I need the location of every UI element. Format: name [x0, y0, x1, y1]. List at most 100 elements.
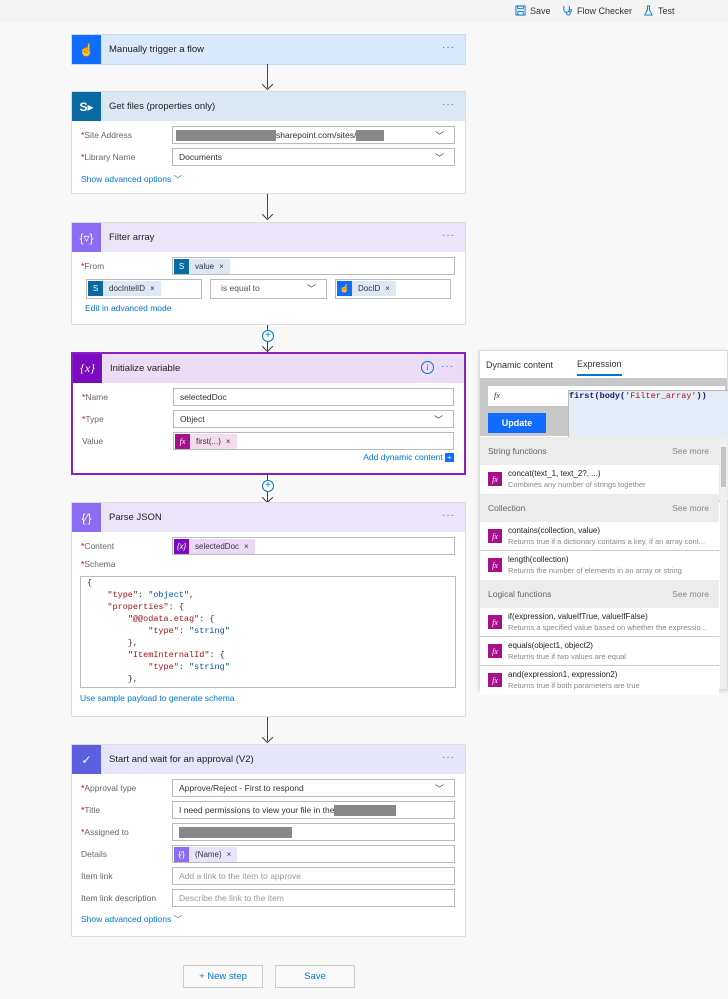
- expression-panel: Dynamic content Expression fx first(body(…: [479, 350, 728, 695]
- tab-dynamic-content[interactable]: Dynamic content: [486, 360, 553, 370]
- save-button[interactable]: Save: [275, 965, 355, 988]
- from-input[interactable]: Svalue ×: [172, 257, 455, 275]
- function-item[interactable]: fx if(expression, valueIfTrue, valueIfFal…: [480, 608, 719, 637]
- assigned-to-input[interactable]: [172, 823, 455, 841]
- schema-line: "type": "string": [148, 626, 230, 636]
- token-value[interactable]: Svalue ×: [174, 259, 230, 274]
- function-description: Returns true if both parameters are true: [508, 681, 640, 690]
- sharepoint-icon: S: [174, 259, 189, 274]
- insert-step-icon[interactable]: +: [262, 480, 274, 492]
- insert-step-icon[interactable]: +: [262, 330, 274, 342]
- content-input[interactable]: {x} selectedDoc ×: [172, 537, 455, 555]
- step-initialize-variable[interactable]: {x} Initialize variable i ··· *Name sele…: [71, 352, 466, 475]
- item-link-input[interactable]: Add a link to the item to approve: [172, 867, 455, 885]
- schema-line: "type": "object",: [107, 590, 195, 600]
- variable-type-dropdown[interactable]: Object ﹀: [173, 410, 454, 428]
- test-button[interactable]: Test: [643, 5, 675, 16]
- token-docintelid[interactable]: SdocIntelID ×: [88, 281, 161, 296]
- function-item[interactable]: fx equals(object1, object2) Returns true i…: [480, 637, 719, 666]
- fx-icon: fx: [494, 390, 501, 400]
- details-label: Details: [81, 849, 107, 859]
- step-title: Get files (properties only): [109, 101, 216, 112]
- token-expression[interactable]: fx first(...) ×: [175, 434, 237, 449]
- more-options-icon[interactable]: ···: [441, 362, 454, 372]
- beaker-icon: [644, 5, 653, 16]
- variable-name-input[interactable]: selectedDoc: [173, 388, 454, 406]
- filter-right-operand[interactable]: ☝ DocID ×: [335, 279, 451, 299]
- library-name-label: Library Name: [84, 152, 136, 162]
- tab-expression[interactable]: Expression: [577, 353, 622, 376]
- assigned-to-label: Assigned to: [84, 827, 129, 837]
- stethoscope-icon: [563, 5, 572, 16]
- more-options-icon[interactable]: ···: [442, 231, 455, 241]
- function-description: Returns a specified value based on wheth…: [508, 623, 707, 632]
- step-title: Parse JSON: [109, 512, 162, 523]
- step-filter-array[interactable]: {▿} Filter array ··· *From Svalue × SdocI…: [71, 222, 466, 325]
- parse-json-icon: {⁄}: [174, 847, 189, 862]
- generate-schema-link[interactable]: Use sample payload to generate schema: [80, 693, 235, 703]
- show-advanced-options-link[interactable]: Show advanced options: [81, 914, 171, 924]
- schema-line: "ItemInternalId": {: [127, 650, 225, 660]
- step-manual-trigger[interactable]: ☝ Manually trigger a flow ···: [71, 34, 466, 65]
- function-item[interactable]: fx and(expression1, expression2) Returns t…: [480, 666, 719, 695]
- item-link-description-input[interactable]: Describe the link to the item: [172, 889, 455, 907]
- chevron-down-icon: ﹀: [306, 284, 316, 294]
- remove-token-icon[interactable]: ×: [226, 437, 231, 446]
- approval-type-dropdown[interactable]: Approve/Reject - First to respond ﹀: [172, 779, 455, 797]
- expression-input[interactable]: fx first(body('Filter_array')): [488, 386, 728, 502]
- more-options-icon[interactable]: ···: [442, 43, 455, 53]
- step-get-files[interactable]: S ▸ Get files (properties only) ··· *Site…: [71, 91, 466, 194]
- item-link-description-label: Item link description: [81, 893, 157, 903]
- schema-editor[interactable]: { "type": "object", "properties": { "@@o…: [80, 576, 456, 688]
- remove-token-icon[interactable]: ×: [150, 284, 155, 293]
- test-label: Test: [658, 5, 675, 16]
- more-options-icon[interactable]: ···: [442, 511, 455, 521]
- function-list-scrollbar[interactable]: [720, 437, 727, 689]
- see-more-link[interactable]: See more: [672, 503, 709, 513]
- token-docid[interactable]: ☝ DocID ×: [337, 281, 396, 296]
- remove-token-icon[interactable]: ×: [227, 850, 232, 859]
- update-button[interactable]: Update: [488, 413, 546, 433]
- function-description: Returns true if two values are equal: [508, 652, 626, 661]
- step-start-approval[interactable]: ✓ Start and wait for an approval (V2) ··…: [71, 744, 466, 937]
- function-item[interactable]: fx length(collection) Returns the number o…: [480, 551, 719, 580]
- see-more-link[interactable]: See more: [672, 446, 709, 456]
- section-title: Logical functions: [488, 589, 552, 599]
- more-options-icon[interactable]: ···: [442, 753, 455, 763]
- function-description: Returns the number of elements in an arr…: [508, 566, 682, 575]
- add-dynamic-content[interactable]: Add dynamic content +: [363, 452, 454, 462]
- flow-checker-button[interactable]: Flow Checker: [562, 5, 632, 16]
- remove-token-icon[interactable]: ×: [219, 262, 224, 271]
- new-step-button[interactable]: + New step: [183, 965, 263, 988]
- show-advanced-options-link[interactable]: Show advanced options: [81, 174, 171, 184]
- approval-title-input[interactable]: I need permissions to view your file in …: [172, 801, 455, 819]
- remove-token-icon[interactable]: ×: [244, 542, 249, 551]
- step-title: Start and wait for an approval (V2): [109, 754, 254, 765]
- function-name: contains(collection, value): [508, 526, 601, 535]
- command-bar: Save Flow Checker Test: [0, 0, 728, 22]
- variable-value-input[interactable]: fx first(...) ×: [173, 432, 454, 450]
- library-name-dropdown[interactable]: Documents ﹀: [172, 148, 455, 166]
- remove-token-icon[interactable]: ×: [385, 284, 390, 293]
- schema-line: },: [87, 674, 139, 684]
- details-input[interactable]: {⁄} (Name) ×: [172, 845, 455, 863]
- site-address-dropdown[interactable]: sharepoint.com/sites/﹀: [172, 126, 455, 144]
- schema-line: "properties": {: [107, 602, 184, 612]
- arrow-down-icon: [262, 737, 273, 743]
- token-selecteddoc[interactable]: {x} selectedDoc ×: [174, 539, 255, 554]
- operator-dropdown[interactable]: is equal to ﹀: [210, 279, 327, 299]
- save-toolbar-button[interactable]: Save: [515, 5, 551, 16]
- function-item[interactable]: fx contains(collection, value) Returns tru…: [480, 522, 719, 551]
- more-options-icon[interactable]: ···: [442, 100, 455, 110]
- function-item[interactable]: fx concat(text_1, text_2?, ...) Combines a…: [480, 465, 719, 494]
- section-title: Collection: [488, 503, 526, 513]
- filter-left-operand[interactable]: SdocIntelID ×: [86, 279, 202, 299]
- info-icon[interactable]: i: [421, 361, 434, 374]
- add-dynamic-content-link[interactable]: Add dynamic content: [363, 452, 442, 462]
- edit-advanced-mode-link[interactable]: Edit in advanced mode: [85, 303, 171, 313]
- redacted-text: [356, 130, 385, 142]
- see-more-link[interactable]: See more: [672, 589, 709, 599]
- schema-line: {: [87, 578, 93, 588]
- function-section-header: Collection See more: [480, 494, 719, 522]
- token-name[interactable]: {⁄} (Name) ×: [174, 847, 238, 862]
